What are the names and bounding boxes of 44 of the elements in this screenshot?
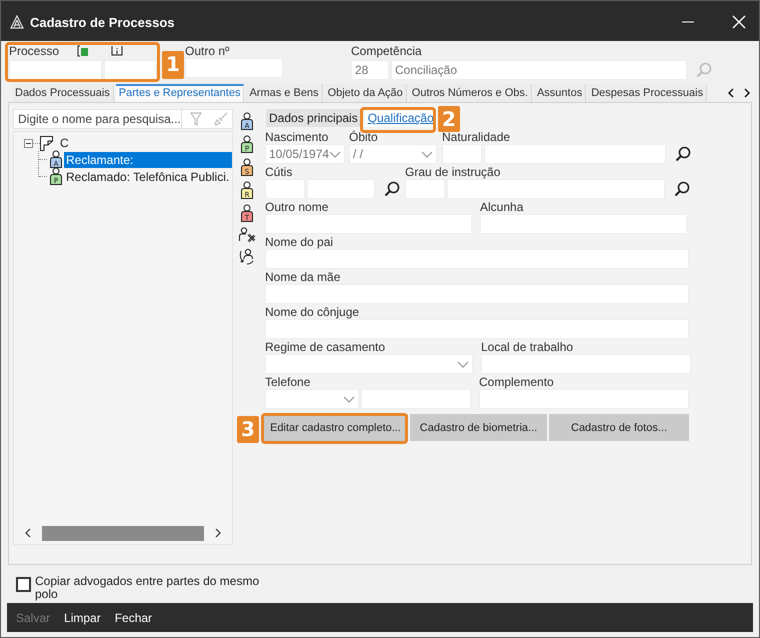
field-label: Cútis bbox=[265, 165, 294, 179]
field-label: Outro nº bbox=[184, 44, 230, 58]
field-label: Naturalidade bbox=[442, 130, 512, 144]
tab[interactable]: Partes e Representantes bbox=[116, 84, 244, 102]
tab[interactable]: Qualificação bbox=[364, 109, 437, 127]
search-field[interactable]: Digite o nome para pesquisa... bbox=[13, 109, 233, 129]
button[interactable]: Cadastro de biometria... bbox=[410, 414, 547, 441]
field-label: Regime de casamento bbox=[265, 340, 386, 354]
field-label: Complemento bbox=[479, 375, 555, 389]
field-label: Alcunha bbox=[480, 200, 524, 214]
tab[interactable]: Despesas Processuais bbox=[588, 84, 708, 102]
tab[interactable]: Assuntos bbox=[534, 84, 586, 102]
field-label: Nascimento bbox=[265, 130, 330, 144]
field-label: Processo bbox=[9, 44, 60, 58]
window-title: Cadastro de Processos bbox=[30, 14, 175, 30]
footer-button[interactable]: Limpar bbox=[64, 610, 101, 624]
field-label: Óbito bbox=[349, 130, 379, 144]
input-field[interactable]: Conciliação bbox=[391, 60, 687, 80]
callout-number: 1 bbox=[162, 51, 184, 79]
tree-item[interactable]: Reclamado: Telefônica Publici. bbox=[64, 168, 232, 184]
field-label: Nome do pai bbox=[265, 235, 334, 249]
tab[interactable]: Objeto da Ação bbox=[324, 84, 407, 102]
input-field[interactable]: 28 bbox=[351, 60, 389, 80]
callout-number: 3 bbox=[237, 416, 259, 443]
field-label: Local de trabalho bbox=[481, 340, 574, 354]
tab[interactable]: Dados Processuais bbox=[12, 84, 114, 102]
tab[interactable]: Armas e Bens bbox=[246, 84, 323, 102]
button[interactable]: Cadastro de fotos... bbox=[549, 414, 689, 441]
callout-number: 2 bbox=[438, 106, 460, 132]
field-label: Nome da mãe bbox=[265, 270, 342, 284]
field-label: Grau de instrução bbox=[405, 165, 502, 179]
footer-button[interactable]: Fechar bbox=[114, 610, 152, 624]
dropdown-field[interactable]: / / bbox=[349, 144, 437, 164]
button[interactable]: Editar cadastro completo... bbox=[263, 414, 408, 441]
tree-item[interactable]: Reclamante: bbox=[64, 152, 232, 168]
tab[interactable]: Dados principais bbox=[266, 109, 361, 127]
field-label: Nome do cônjuge bbox=[265, 305, 360, 319]
dropdown-field[interactable]: 10/05/1974 bbox=[265, 144, 345, 164]
tab[interactable]: Outros Números e Obs. bbox=[408, 84, 532, 102]
field-label: Competência bbox=[351, 44, 423, 58]
checkbox-label: Copiar advogados entre partes do mesmo polo bbox=[35, 575, 260, 601]
field-label: Telefone bbox=[265, 375, 312, 389]
field-label: Outro nome bbox=[265, 200, 330, 214]
tree-item[interactable]: C bbox=[58, 135, 71, 151]
